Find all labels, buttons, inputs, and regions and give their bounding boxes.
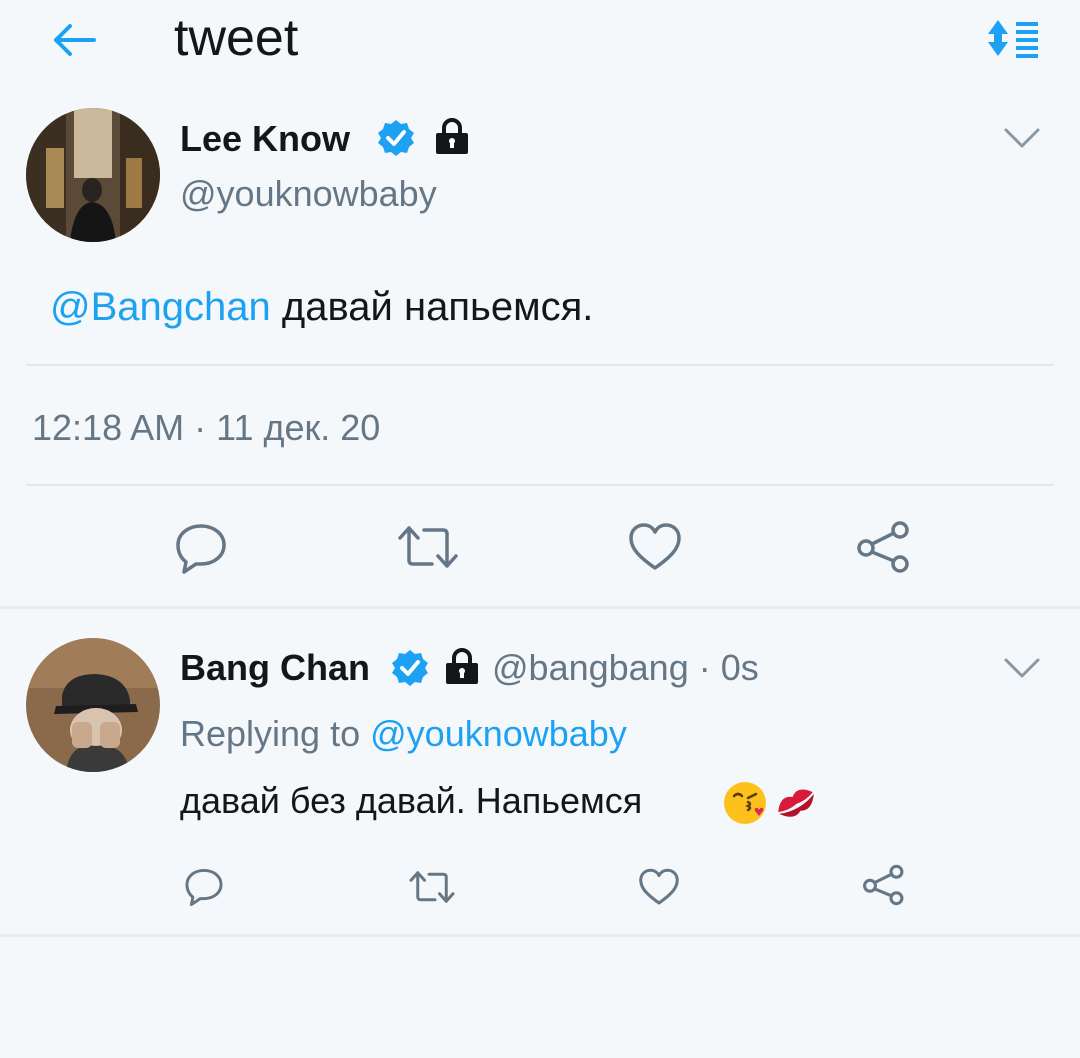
retweet-icon[interactable] xyxy=(396,522,460,577)
replying-prefix: Replying to xyxy=(180,713,361,754)
reply-meta: @bangbang · 0s xyxy=(492,646,759,690)
lock-icon xyxy=(442,646,482,686)
author-name[interactable]: Lee Know xyxy=(180,118,350,160)
kissing-face-icon xyxy=(722,780,768,831)
chevron-down-icon[interactable] xyxy=(1002,654,1042,687)
retweet-icon[interactable] xyxy=(408,868,456,911)
author-name[interactable]: Bang Chan xyxy=(180,647,370,688)
avatar[interactable] xyxy=(26,108,160,242)
reply-icon[interactable] xyxy=(184,866,224,911)
page-title: tweet xyxy=(174,9,299,67)
reply-body: давай без давай. Напьемся xyxy=(180,780,643,821)
mention-link[interactable]: @Bangchan xyxy=(50,285,271,329)
back-arrow-icon[interactable] xyxy=(46,18,100,62)
like-icon[interactable] xyxy=(628,522,682,577)
lock-icon xyxy=(432,116,472,156)
author-handle[interactable]: @bangbang xyxy=(492,647,689,688)
replying-to: Replying to @youknowbaby xyxy=(180,712,627,756)
reply-text: давай без давай. Напьемся xyxy=(180,778,642,824)
share-icon[interactable] xyxy=(862,864,906,911)
tweet-text: @Bangchan давай напьемся. xyxy=(50,282,593,332)
section-divider xyxy=(0,606,1080,609)
replying-to-link[interactable]: @youknowbaby xyxy=(370,713,627,754)
reply-icon[interactable] xyxy=(174,520,228,579)
divider xyxy=(26,484,1054,486)
section-divider xyxy=(0,934,1080,937)
sort-icon[interactable] xyxy=(984,16,1042,60)
tweet-timestamp: 12:18 AM · 11 дек. 20 xyxy=(32,407,381,448)
separator: · xyxy=(698,647,711,688)
reply-header: Bang Chan xyxy=(180,646,370,690)
tweet-time: 0s xyxy=(720,647,759,688)
divider xyxy=(26,364,1054,366)
author-handle[interactable]: @youknowbaby xyxy=(180,172,437,216)
kiss-mark-icon xyxy=(772,780,820,831)
verified-badge-icon xyxy=(390,648,430,688)
verified-badge-icon xyxy=(376,118,416,158)
avatar[interactable] xyxy=(26,638,160,772)
share-icon[interactable] xyxy=(856,520,912,579)
tweet-body: давай напьемся. xyxy=(281,285,594,329)
chevron-down-icon[interactable] xyxy=(1002,124,1042,157)
like-icon[interactable] xyxy=(638,868,680,911)
